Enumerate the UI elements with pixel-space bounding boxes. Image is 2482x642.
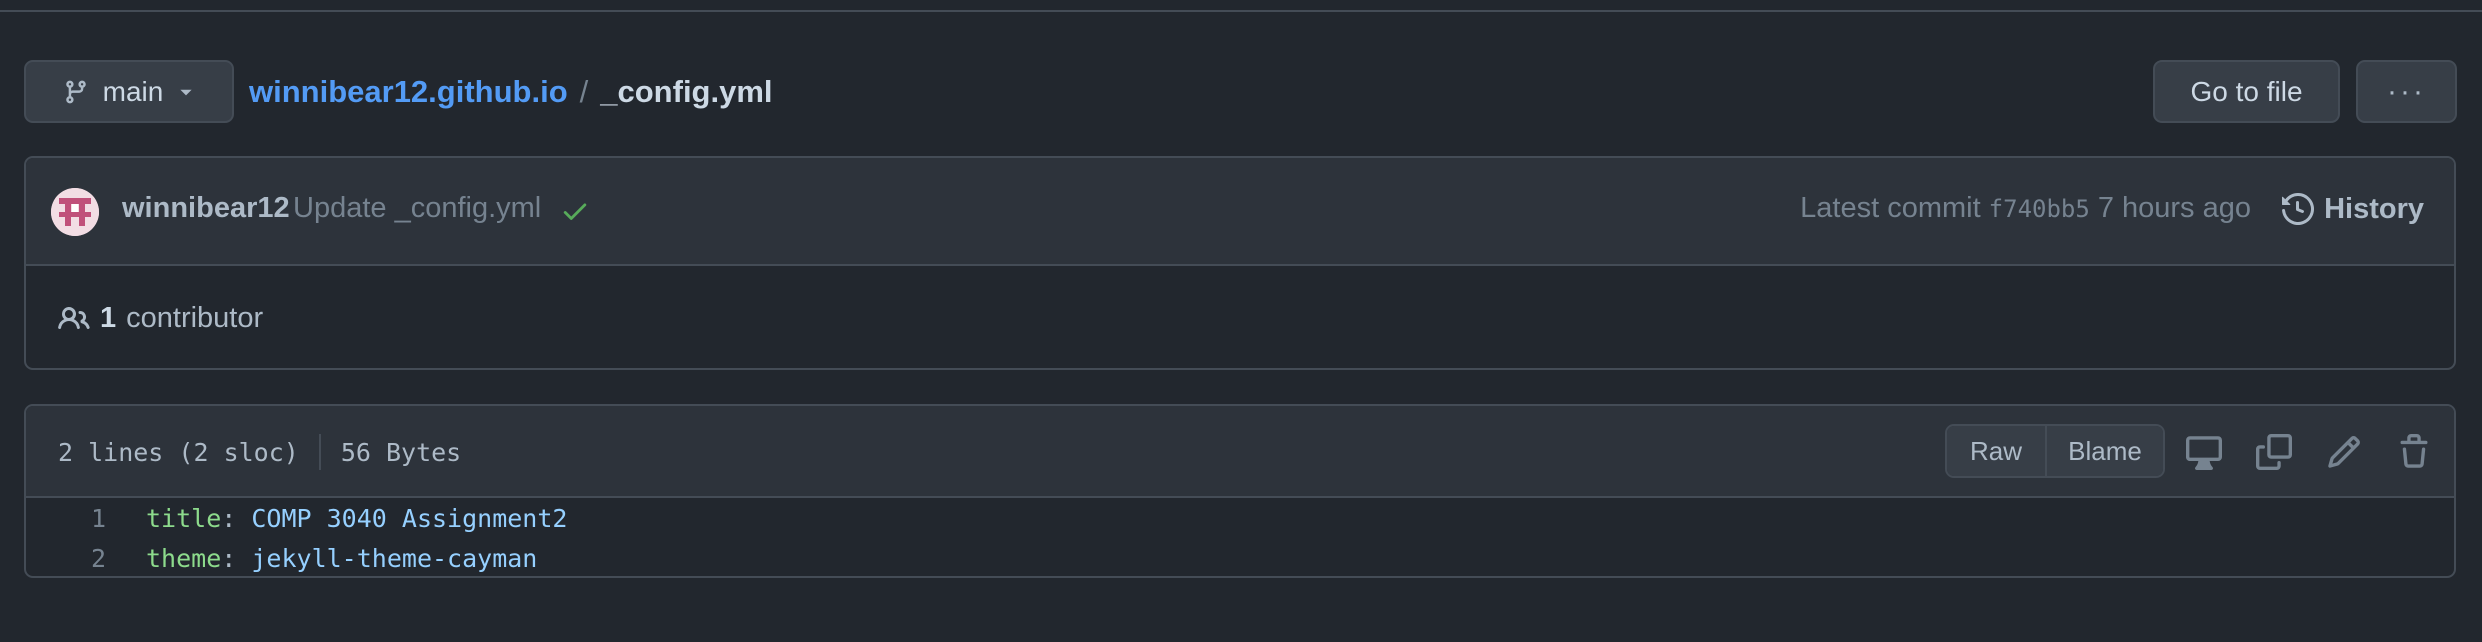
latest-commit-info: Latest commit f740bb5 7 hours ago <box>1800 192 2251 225</box>
contributors-row: 1 contributor <box>26 266 2454 368</box>
file-size: 56 Bytes <box>340 437 462 467</box>
commit-message[interactable]: Update _config.yml <box>293 192 541 225</box>
line-number[interactable]: 2 <box>26 544 106 573</box>
file-name: _config.yml <box>600 74 773 109</box>
branch-name: main <box>102 75 164 107</box>
line-number[interactable]: 1 <box>26 504 106 533</box>
code-line: 2 theme: jekyll-theme-cayman <box>26 538 2454 576</box>
branch-selector-button[interactable]: main <box>24 60 234 123</box>
breadcrumb: winnibear12.github.io / _config.yml <box>249 72 773 112</box>
git-branch-icon <box>65 80 86 103</box>
history-label: History <box>2324 192 2424 225</box>
commit-panel: winnibear12 Update _config.yml Latest co… <box>24 156 2456 370</box>
contributors-link[interactable]: 1 contributor <box>58 302 263 335</box>
go-to-file-button[interactable]: Go to file <box>2153 60 2340 123</box>
repo-link[interactable]: winnibear12.github.io <box>249 74 568 110</box>
history-link[interactable]: History <box>2282 188 2424 230</box>
yaml-key: title <box>146 503 222 533</box>
commit-sha[interactable]: f740bb5 <box>1989 195 2090 223</box>
yaml-key: theme <box>146 543 222 573</box>
avatar[interactable] <box>51 188 99 236</box>
commit-author[interactable]: winnibear12 <box>122 192 290 225</box>
more-options-button[interactable]: ··· <box>2356 60 2457 123</box>
trash-icon[interactable] <box>2396 434 2432 470</box>
yaml-value: COMP 3040 Assignment2 <box>251 503 568 533</box>
display-icon[interactable] <box>2186 434 2222 470</box>
latest-commit-label: Latest commit <box>1800 192 1981 224</box>
people-icon <box>58 306 90 329</box>
file-header: 2 lines (2 sloc) 56 Bytes Raw Blame <box>26 406 2454 498</box>
yaml-value: jekyll-theme-cayman <box>251 543 538 573</box>
line-count: 2 lines (2 sloc) <box>58 437 299 467</box>
code-line: 1 title: COMP 3040 Assignment2 <box>26 498 2454 538</box>
view-button-group: Raw Blame <box>1945 424 2165 478</box>
file-viewer: 2 lines (2 sloc) 56 Bytes Raw Blame 1 ti… <box>24 404 2456 578</box>
latest-commit-row: winnibear12 Update _config.yml Latest co… <box>26 158 2454 266</box>
header-divider <box>0 0 2482 12</box>
caret-down-icon <box>180 89 192 95</box>
history-icon <box>2282 193 2315 225</box>
check-icon[interactable] <box>560 196 590 226</box>
contributor-label: contributor <box>126 302 264 334</box>
contributor-count: 1 <box>100 302 117 334</box>
copy-icon[interactable] <box>2256 434 2292 470</box>
raw-button[interactable]: Raw <box>1947 426 2047 476</box>
blame-button[interactable]: Blame <box>2047 426 2163 476</box>
pencil-icon[interactable] <box>2326 434 2362 470</box>
info-divider <box>318 434 321 470</box>
commit-time: 7 hours ago <box>2097 192 2251 224</box>
breadcrumb-separator: / <box>579 74 589 109</box>
file-info: 2 lines (2 sloc) 56 Bytes <box>58 434 461 470</box>
